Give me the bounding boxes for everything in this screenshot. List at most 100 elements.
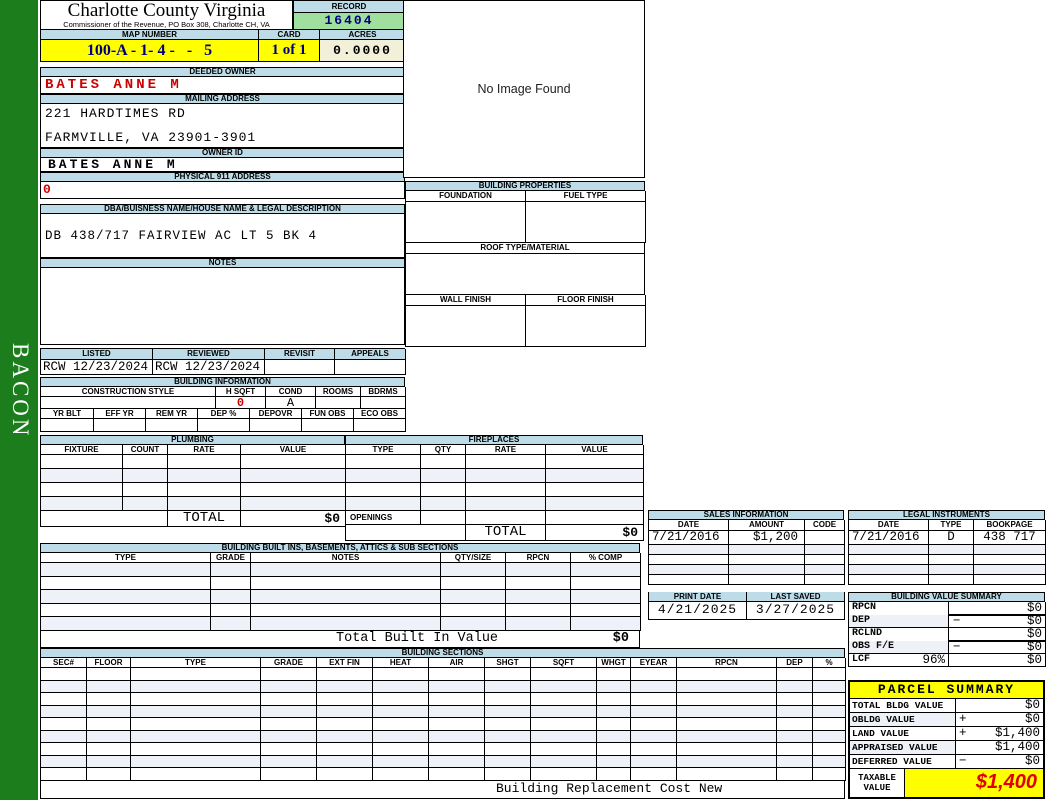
plumbing-empty-row: [41, 469, 346, 483]
fireplaces-empty-row: [346, 483, 644, 497]
empty-cell: [777, 680, 813, 693]
empty-cell: [649, 565, 729, 575]
empty-cell: [677, 743, 777, 756]
physical-911-label: PHYSICAL 911 ADDRESS: [40, 172, 405, 182]
empty-cell: [41, 603, 211, 617]
built-ins-total-value: $0: [612, 630, 629, 646]
empty-cell: [373, 768, 429, 781]
instrument-type: D: [929, 531, 974, 545]
value-summary-row: RCLND $0: [849, 628, 1046, 642]
qty-label: QTY: [421, 445, 466, 455]
rem-yr-value: [146, 419, 198, 432]
empty-cell: [41, 455, 123, 469]
deeded-owner-label: DEEDED OWNER: [40, 67, 405, 77]
building-properties-title: BUILDING PROPERTIES: [406, 181, 645, 191]
notes-label: NOTES: [40, 258, 405, 268]
parcel-summary-row: OBLDG VALUE + $0: [850, 713, 1043, 727]
dep-label: DEP: [777, 658, 813, 668]
empty-cell: [41, 680, 87, 693]
empty-cell: [168, 469, 241, 483]
mailing-address-value: 221 HARDTIMES RD FARMVILLE, VA 23901-390…: [40, 104, 405, 148]
empty-cell: [466, 455, 546, 469]
building-sections-empty-row: [41, 730, 846, 743]
empty-cell: [441, 576, 506, 590]
building-sections-empty-row: [41, 680, 846, 693]
physical-911-value: 0: [40, 182, 405, 199]
parcel-summary-row: TOTAL BLDG VALUE $0: [850, 699, 1043, 713]
empty-cell: [571, 603, 641, 617]
empty-cell: [571, 590, 641, 604]
empty-cell: [485, 768, 531, 781]
empty-cell: [131, 668, 261, 681]
empty-cell: [421, 455, 466, 469]
empty-cell: [317, 730, 373, 743]
empty-cell: [131, 718, 261, 731]
empty-cell: [429, 730, 485, 743]
building-sections-title: BUILDING SECTIONS: [41, 648, 845, 658]
taxable-value-label: TAXABLE VALUE: [850, 769, 905, 797]
acres-label: ACRES: [320, 30, 406, 40]
building-style-table: CONSTRUCTION STYLE H SQFT COND ROOMS BDR…: [40, 387, 406, 409]
empty-cell: [41, 668, 87, 681]
empty-cell: [87, 743, 131, 756]
empty-cell: [441, 603, 506, 617]
shgt-label: SHGT: [485, 658, 531, 668]
empty-cell: [631, 718, 677, 731]
eff-yr-label: EFF YR: [94, 409, 146, 419]
dba-legal-label: DBA/BUISNESS NAME/HOUSE NAME & LEGAL DES…: [40, 204, 405, 214]
empty-cell: [729, 565, 805, 575]
empty-cell: [777, 768, 813, 781]
foundation-label: FOUNDATION: [406, 191, 526, 202]
empty-cell: [131, 705, 261, 718]
empty-cell: [261, 705, 317, 718]
empty-cell: [373, 743, 429, 756]
card-label: CARD: [259, 30, 320, 40]
legal-empty-row: [849, 545, 1046, 555]
empty-cell: [87, 730, 131, 743]
eco-obs-label: ECO OBS: [354, 409, 406, 419]
empty-cell: [677, 768, 777, 781]
empty-cell: [87, 705, 131, 718]
empty-cell: [261, 668, 317, 681]
empty-cell: [429, 680, 485, 693]
empty-cell: [813, 768, 846, 781]
plumbing-empty-row: [41, 483, 346, 497]
empty-cell: [41, 693, 87, 706]
empty-cell: [929, 555, 974, 565]
record-value: 16404: [293, 13, 405, 30]
empty-cell: [87, 718, 131, 731]
building-information-title: BUILDING INFORMATION: [40, 377, 405, 387]
appraised-value: $1,400: [994, 740, 1040, 754]
empty-cell: [597, 680, 631, 693]
empty-cell: [421, 497, 466, 511]
empty-cell: [531, 693, 597, 706]
type-label: TYPE: [929, 520, 974, 531]
empty-cell: [777, 743, 813, 756]
empty-cell: [241, 483, 346, 497]
empty-cell: [631, 705, 677, 718]
empty-cell: [631, 668, 677, 681]
empty-cell: [41, 705, 87, 718]
rpcn-label: RPCN: [677, 658, 777, 668]
empty-cell: [373, 755, 429, 768]
empty-cell: [813, 705, 846, 718]
empty-cell: [485, 693, 531, 706]
empty-cell: [466, 469, 546, 483]
empty-cell: [777, 755, 813, 768]
building-sections-empty-row: [41, 718, 846, 731]
empty-cell: [571, 563, 641, 577]
rem-yr-label: REM YR: [146, 409, 198, 419]
empty-cell: [631, 743, 677, 756]
empty-cell: [531, 743, 597, 756]
empty-cell: [485, 705, 531, 718]
empty-cell: [87, 768, 131, 781]
legal-empty-row: [849, 555, 1046, 565]
empty-cell: [87, 755, 131, 768]
empty-cell: [571, 617, 641, 631]
date-label: DATE: [849, 520, 929, 531]
empty-cell: [429, 705, 485, 718]
last-saved-value: 3/27/2025: [747, 602, 845, 620]
reviewed-label: REVIEWED: [153, 349, 265, 360]
empty-cell: [41, 768, 87, 781]
empty-cell: [813, 718, 846, 731]
